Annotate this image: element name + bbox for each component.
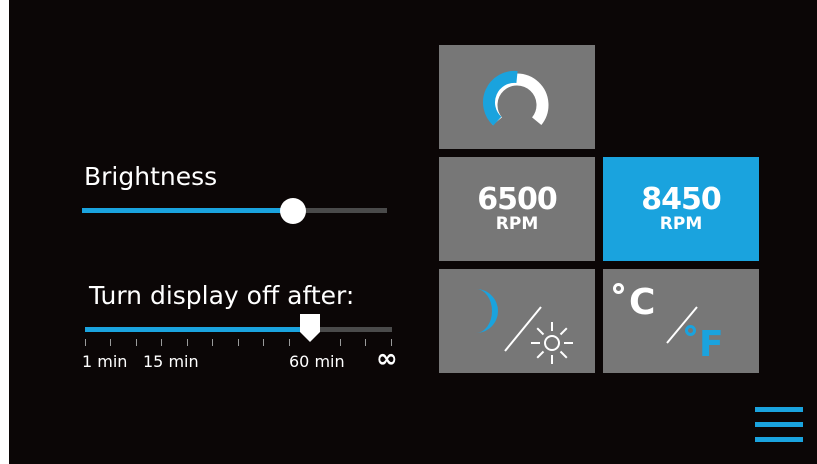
tick-mark: [263, 339, 264, 346]
rpm-8450-unit: RPM: [659, 214, 703, 234]
tick-label-1-min: 1 min: [82, 352, 128, 371]
tick-label-infinity: ∞: [376, 344, 398, 374]
device-screen: Brightness Turn display off after: 1 min…: [9, 0, 817, 464]
menu-bar: [755, 422, 803, 427]
display-timeout-ticks: [85, 339, 392, 347]
menu-bar: [755, 437, 803, 442]
tick-label-60-min: 60 min: [289, 352, 345, 371]
menu-bar: [755, 407, 803, 412]
rpm-6500-value: 6500: [477, 182, 558, 217]
display-timeout-slider-handle[interactable]: [299, 313, 321, 343]
tick-mark: [136, 339, 137, 346]
rpm-8450-value: 8450: [641, 182, 722, 217]
tick-mark: [110, 339, 111, 346]
unit-divider-slash: [666, 306, 698, 344]
rpm-6500-tile[interactable]: 6500 RPM: [439, 157, 595, 261]
hamburger-menu-icon[interactable]: [755, 407, 803, 443]
tick-mark: [365, 339, 366, 346]
tick-mark: [161, 339, 162, 346]
rpm-6500-unit: RPM: [495, 214, 539, 234]
tick-mark: [238, 339, 239, 346]
display-timeout-slider-fill: [85, 327, 311, 332]
tick-mark: [85, 339, 86, 346]
brightness-slider-fill: [82, 208, 292, 213]
temperature-unit-tile[interactable]: C F: [603, 269, 759, 373]
brightness-label: Brightness: [84, 162, 218, 191]
tick-mark: [187, 339, 188, 346]
gauge-ring-icon: [483, 70, 549, 126]
display-timeout-slider[interactable]: [85, 327, 392, 332]
moon-sun-icon: [476, 289, 573, 364]
tick-mark: [340, 339, 341, 346]
tick-mark: [289, 339, 290, 346]
theme-toggle-tile[interactable]: [439, 269, 595, 373]
gauge-view-tile[interactable]: [439, 45, 595, 149]
brightness-slider-knob[interactable]: [280, 198, 306, 224]
brightness-slider[interactable]: [82, 208, 387, 213]
display-timeout-label: Turn display off after:: [89, 281, 355, 310]
rpm-8450-tile[interactable]: 8450 RPM: [603, 157, 759, 261]
tick-label-15-min: 15 min: [143, 352, 199, 371]
tick-mark: [212, 339, 213, 346]
fahrenheit-degree-icon: [685, 325, 696, 336]
fahrenheit-label: F: [699, 324, 724, 365]
